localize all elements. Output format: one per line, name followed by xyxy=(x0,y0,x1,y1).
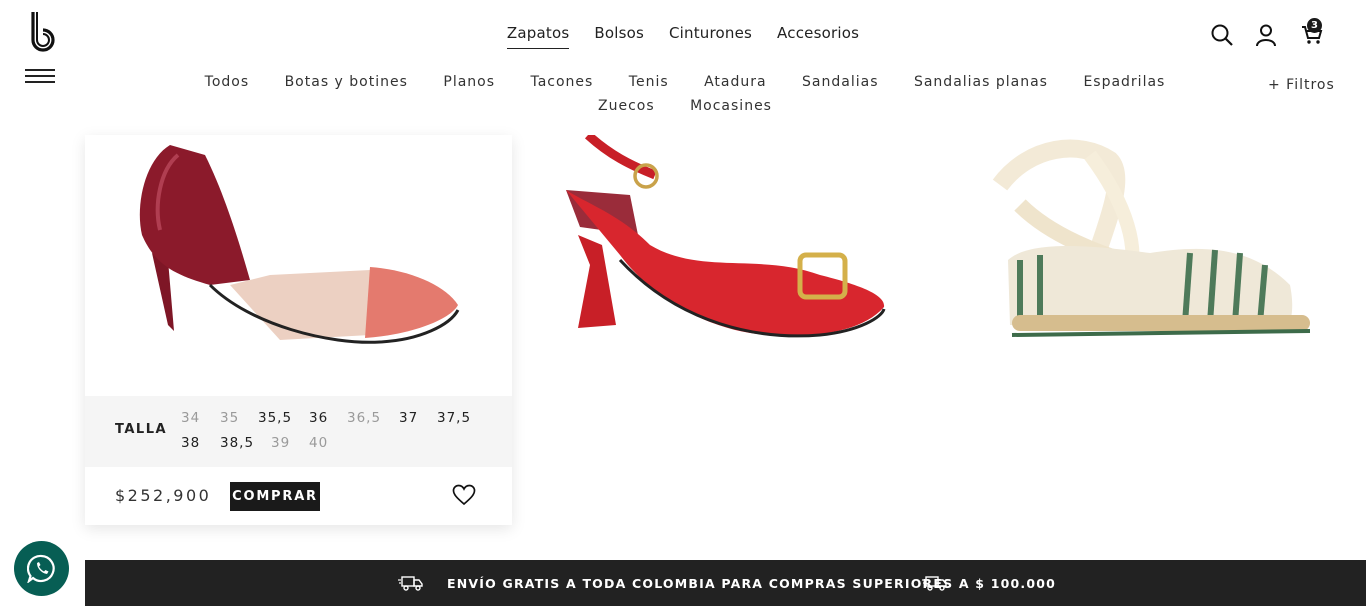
product-image-pump[interactable] xyxy=(130,135,470,350)
product-image-slingback[interactable] xyxy=(560,135,890,345)
menu-icon[interactable] xyxy=(25,69,55,85)
truck-icon xyxy=(922,576,947,591)
nav-bolsos[interactable]: Bolsos xyxy=(594,24,644,48)
filters-button[interactable]: + Filtros xyxy=(1268,77,1335,93)
nav-cinturones[interactable]: Cinturones xyxy=(669,24,752,48)
size-option-40[interactable]: 40 xyxy=(309,435,328,451)
size-label: TALLA xyxy=(115,422,168,437)
buy-button[interactable]: COMPRAR xyxy=(230,482,320,511)
heart-icon[interactable] xyxy=(452,484,476,506)
size-option-39[interactable]: 39 xyxy=(271,435,290,451)
size-option-36-5[interactable]: 36,5 xyxy=(347,410,381,426)
cat-mocasines[interactable]: Mocasines xyxy=(690,94,772,118)
cat-planos[interactable]: Planos xyxy=(443,70,495,94)
cat-botas[interactable]: Botas y botines xyxy=(285,70,408,94)
cat-atadura[interactable]: Atadura xyxy=(704,70,767,94)
truck-icon xyxy=(398,576,423,591)
product-price: $252,900 xyxy=(115,486,212,505)
search-icon[interactable] xyxy=(1210,23,1234,47)
cat-sandalias-planas[interactable]: Sandalias planas xyxy=(914,70,1048,94)
main-nav: Zapatos Bolsos Cinturones Accesorios xyxy=(0,24,1366,49)
product-image-espadrille[interactable] xyxy=(990,135,1315,347)
size-option-38-5[interactable]: 38,5 xyxy=(220,435,254,451)
whatsapp-icon xyxy=(27,554,55,583)
user-icon[interactable] xyxy=(1254,23,1278,47)
cat-tenis[interactable]: Tenis xyxy=(629,70,669,94)
cat-todos[interactable]: Todos xyxy=(205,70,249,94)
size-option-34[interactable]: 34 xyxy=(181,410,200,426)
size-option-37[interactable]: 37 xyxy=(399,410,418,426)
size-option-35[interactable]: 35 xyxy=(220,410,239,426)
size-option-37-5[interactable]: 37,5 xyxy=(437,410,471,426)
cat-zuecos[interactable]: Zuecos xyxy=(598,94,655,118)
whatsapp-button[interactable] xyxy=(14,541,69,596)
shipping-banner-text: ENVÍO GRATIS A TODA COLOMBIA PARA COMPRA… xyxy=(447,576,1057,591)
size-option-36[interactable]: 36 xyxy=(309,410,328,426)
cat-tacones[interactable]: Tacones xyxy=(530,70,593,94)
size-option-35-5[interactable]: 35,5 xyxy=(258,410,292,426)
nav-zapatos[interactable]: Zapatos xyxy=(506,24,570,49)
nav-accesorios[interactable]: Accesorios xyxy=(777,24,859,48)
cart-count-badge: 3 xyxy=(1307,18,1322,33)
category-nav: Todos Botas y botines Planos Tacones Ten… xyxy=(170,70,1200,118)
cat-sandalias[interactable]: Sandalias xyxy=(802,70,878,94)
size-option-38[interactable]: 38 xyxy=(181,435,200,451)
cat-espadrilas[interactable]: Espadrilas xyxy=(1083,70,1165,94)
